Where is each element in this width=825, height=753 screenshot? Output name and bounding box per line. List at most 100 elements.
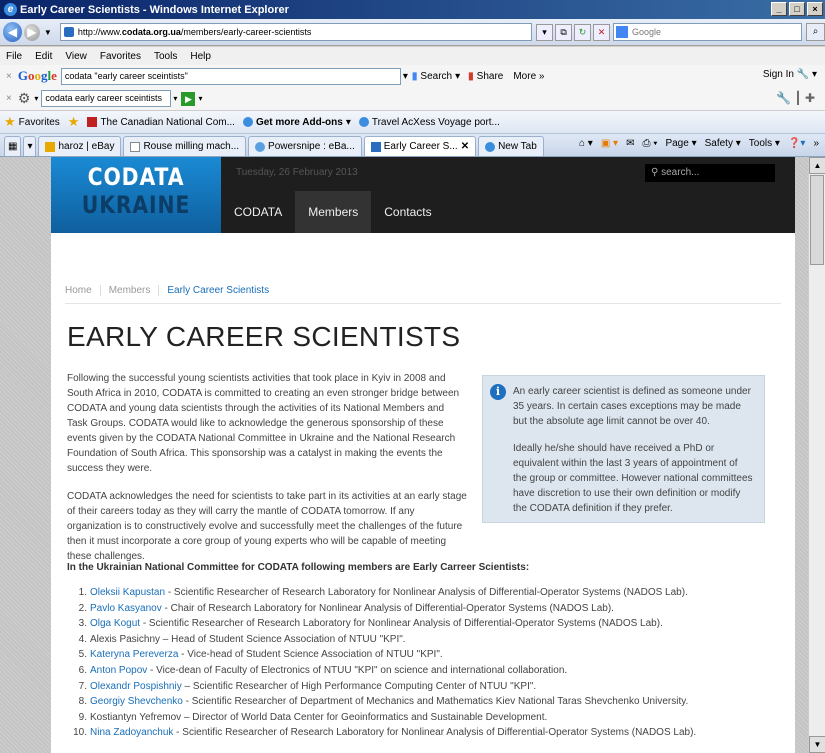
gear-icon[interactable]: ⚙	[18, 90, 31, 107]
list-item: 4. Alexis Pasichny – Head of Student Scie…	[67, 632, 787, 648]
share-button[interactable]: ▮ Share	[468, 71, 503, 82]
refresh-icon[interactable]: ↻	[574, 23, 592, 41]
fav-label-addons: Get more Add-ons	[255, 116, 343, 128]
help-icon[interactable]: ❓▾	[788, 138, 805, 149]
breadcrumb-current[interactable]: Early Career Scientists	[158, 285, 277, 296]
member-name-link[interactable]: Nina Zadoyanchuk	[90, 727, 173, 738]
member-name-link[interactable]: Anton Popov	[90, 665, 147, 676]
member-role: - Vice-dean of Faculty of Electronics of…	[147, 664, 568, 676]
member-name-link[interactable]: Pavlo Kasyanov	[90, 603, 162, 614]
menu-help[interactable]: Help	[190, 51, 211, 62]
page-title: EARLY CAREER SCIENTISTS	[67, 321, 461, 352]
close-window-button[interactable]: ×	[807, 2, 823, 16]
search-button[interactable]: ⌕	[806, 23, 825, 41]
maximize-button[interactable]: □	[789, 2, 805, 16]
menu-file[interactable]: File	[6, 51, 22, 62]
close-toolbar-icon[interactable]: ×	[6, 71, 12, 82]
address-dropdown-button[interactable]: ▾	[536, 23, 554, 41]
member-name-link[interactable]: Oleksii Kapustan	[90, 587, 165, 598]
back-button[interactable]: ◀	[3, 22, 22, 42]
favorites-bar: ★ Favorites ★ The Canadian National Com..…	[0, 111, 825, 134]
ie-logo-icon: e	[4, 3, 17, 16]
fav-item-travel[interactable]: Travel AcXess Voyage port...	[358, 117, 500, 128]
tab-rouse[interactable]: Rouse milling mach...	[123, 136, 247, 156]
wrench-icon[interactable]: 🔧	[797, 69, 809, 80]
print-icon[interactable]: ⎙ ▾	[642, 138, 657, 149]
toolbar-dropdown-icon[interactable]: ▾	[173, 94, 177, 103]
site-search-input[interactable]: ⚲ search...	[645, 164, 775, 182]
mail-icon[interactable]: ✉	[626, 138, 634, 149]
list-item-number: 8.	[78, 696, 87, 708]
nav-codata[interactable]: CODATA	[221, 191, 295, 233]
menu-edit[interactable]: Edit	[35, 51, 52, 62]
minimize-button[interactable]: _	[771, 2, 787, 16]
tab-ebay[interactable]: haroz | eBay	[38, 136, 122, 156]
tools-wrench-icon[interactable]: 🔧 ┃ ✚	[776, 91, 815, 105]
member-name-link[interactable]: Olga Kogut	[90, 618, 140, 629]
scroll-down-icon[interactable]: ▼	[809, 736, 825, 753]
member-name: Kostiantyn Yefremov	[90, 711, 182, 723]
site-logo[interactable]: CODATA UKRAINE	[51, 157, 221, 233]
tab-powersnipe[interactable]: Powersnipe : eBa...	[248, 136, 362, 156]
address-bar[interactable]: http://www. codata.org.ua/members/early-c…	[59, 23, 533, 41]
nav-members[interactable]: Members	[295, 191, 372, 233]
compatibility-icon[interactable]: ⧉	[555, 23, 573, 41]
menu-view[interactable]: View	[65, 51, 87, 62]
fav-item-addons[interactable]: Get more Add-ons ▾	[242, 116, 351, 128]
list-item: 5. Kateryna Pereverza - Vice-head of Stud…	[67, 647, 787, 663]
add-favorite-icon[interactable]: ★	[68, 114, 80, 130]
tools-menu[interactable]: Tools ▾	[749, 138, 780, 149]
member-name-link[interactable]: Kateryna Pereverza	[90, 649, 178, 660]
scroll-thumb[interactable]	[810, 175, 824, 265]
google-dropdown-button[interactable]: ▾	[403, 71, 408, 82]
forward-button[interactable]: ▶	[23, 23, 40, 41]
vertical-scrollbar[interactable]: ▲ ▼	[808, 157, 825, 753]
menu-tools[interactable]: Tools	[154, 51, 177, 62]
search-input[interactable]: Google	[613, 23, 803, 41]
google-search-button[interactable]: ▮ Search ▾	[412, 71, 460, 82]
gear-dropdown-icon[interactable]: ▾	[34, 94, 38, 103]
members-list: 1. Oleksii Kapustan - Scientific Research…	[67, 585, 787, 741]
fav-item-canadian[interactable]: The Canadian National Com...	[87, 117, 235, 128]
go-button[interactable]: ▶	[181, 91, 196, 106]
member-role: - Scientific Researcher of Research Labo…	[140, 618, 663, 630]
chevron-more-icon[interactable]: »	[813, 138, 819, 149]
tab-bar: ▦ ▾ haroz | eBay Rouse milling mach... P…	[0, 134, 825, 157]
tab-new[interactable]: New Tab	[478, 136, 544, 156]
member-name-link[interactable]: Georgiy Shevchenko	[90, 696, 183, 707]
more-button[interactable]: More »	[513, 71, 544, 82]
quick-tabs-button[interactable]: ▦	[4, 136, 22, 156]
history-dropdown-icon[interactable]: ▼	[44, 28, 52, 37]
favorites-button[interactable]: ★ Favorites	[4, 114, 60, 130]
member-role: – Scientific Researcher of High Performa…	[181, 680, 537, 692]
close-tab-icon[interactable]: ✕	[461, 141, 469, 152]
breadcrumb-members[interactable]: Members	[99, 285, 159, 296]
search-icon: ▮	[411, 70, 418, 82]
menu-bar: File Edit View Favorites Tools Help	[0, 47, 825, 65]
close-toolbar2-icon[interactable]: ×	[6, 93, 12, 104]
safety-menu[interactable]: Safety ▾	[705, 138, 741, 149]
list-item: 7. Olexandr Pospishniy – Scientific Resea…	[67, 679, 787, 695]
url-path: /members/early-career-scientists	[180, 27, 312, 37]
page-menu[interactable]: Page ▾	[665, 138, 696, 149]
member-name-link[interactable]: Olexandr Pospishniy	[90, 681, 182, 692]
safety-menu-label: Safety	[704, 138, 733, 149]
menu-favorites[interactable]: Favorites	[100, 51, 141, 62]
tab-list-button[interactable]: ▾	[23, 136, 37, 156]
scroll-up-icon[interactable]: ▲	[809, 157, 825, 174]
tab-early-career[interactable]: Early Career S... ✕	[363, 136, 477, 156]
breadcrumb-home[interactable]: Home	[65, 285, 100, 296]
stop-icon[interactable]: ✕	[593, 23, 611, 41]
logo-line2: UKRAINE	[81, 191, 191, 219]
list-item-number: 6.	[78, 664, 87, 676]
window-title: Early Career Scientists - Windows Intern…	[20, 3, 289, 16]
google-toolbar-query[interactable]: codata "early career sceintists"	[60, 67, 401, 85]
go-dropdown-icon[interactable]: ▾	[198, 94, 202, 103]
home-icon[interactable]: ⌂ ▾	[579, 138, 593, 149]
sign-in-link[interactable]: Sign In 🔧 ▾	[763, 69, 817, 80]
ie-page-icon	[242, 117, 253, 127]
toolbar-search-field[interactable]: codata early career sceintists	[41, 90, 172, 107]
nav-contacts[interactable]: Contacts	[371, 191, 444, 233]
google-logo: Google	[17, 68, 57, 83]
feeds-icon[interactable]: ▣ ▾	[601, 138, 618, 149]
